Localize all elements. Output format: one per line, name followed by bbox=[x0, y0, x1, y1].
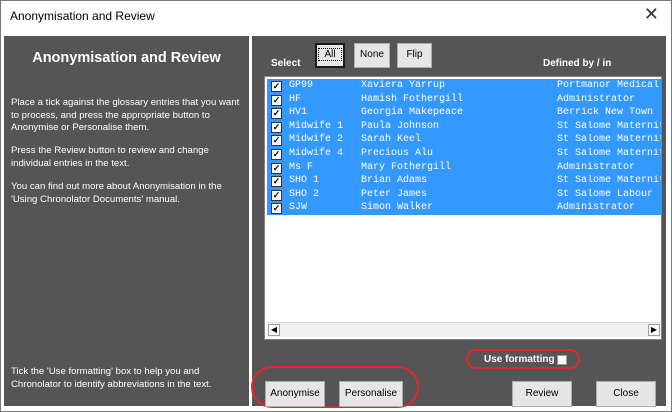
entry-abbreviation: Midwife 4 bbox=[289, 148, 344, 159]
entry-checkbox[interactable]: ✓ bbox=[271, 135, 282, 147]
list-item[interactable]: ✓ Midwife 2 Sarah Keel St Salome Maternity bbox=[267, 133, 661, 147]
close-icon[interactable]: ✕ bbox=[644, 5, 659, 23]
window-title: Anonymisation and Review bbox=[10, 9, 155, 23]
flip-selection-button[interactable]: Flip bbox=[397, 43, 432, 68]
entry-name: Xaviera Yarrup bbox=[361, 80, 446, 91]
entry-abbreviation: Midwife 1 bbox=[289, 120, 344, 132]
select-label: Select bbox=[271, 58, 301, 69]
entry-defined-by: St Salome Labour bbox=[557, 188, 654, 200]
entry-name: Hamish Fothergill bbox=[361, 93, 464, 105]
manual-text: You can find out more about Anonymisatio… bbox=[11, 181, 222, 205]
entry-checkbox[interactable]: ✓ bbox=[271, 189, 282, 201]
entry-abbreviation: GP99 bbox=[289, 80, 314, 91]
defined-by-header: Defined by / in bbox=[543, 58, 612, 69]
use-formatting-toggle[interactable]: Use formatting bbox=[466, 349, 580, 369]
use-formatting-label: Use formatting bbox=[484, 354, 555, 365]
entry-defined-by: St Salome Maternity bbox=[557, 175, 661, 187]
panel-heading: Anonymisation and Review bbox=[32, 50, 221, 66]
entry-defined-by: St Salome Maternity bbox=[557, 134, 661, 146]
list-item[interactable]: ✓ Midwife 1 Paula Johnson St Salome Materni… bbox=[267, 119, 661, 134]
title-bar: Anonymisation and Review ✕ bbox=[1, 1, 671, 30]
entry-abbreviation: Ms F bbox=[289, 161, 314, 173]
entry-name: Simon Walker bbox=[361, 202, 434, 214]
entry-name: Mary Fothergill bbox=[361, 161, 452, 173]
entry-checkbox[interactable]: ✓ bbox=[271, 162, 282, 174]
list-item[interactable]: ✓ SHO 2 Peter James St Salome Labour bbox=[267, 187, 661, 202]
close-button[interactable]: Close bbox=[596, 381, 656, 407]
entry-checkbox[interactable]: ✓ bbox=[271, 94, 282, 106]
entry-defined-by: St Salome Maternity bbox=[557, 148, 661, 159]
entry-defined-by: Administrator bbox=[557, 202, 636, 214]
entry-name: Paula Johnson bbox=[361, 120, 440, 132]
entry-checkbox[interactable]: ✓ bbox=[271, 81, 282, 92]
personalise-button[interactable]: Personalise bbox=[339, 381, 403, 407]
entry-abbreviation: SHO 1 bbox=[289, 175, 320, 187]
entry-abbreviation: Midwife 2 bbox=[289, 134, 344, 146]
list-item[interactable]: ✓ Ms F Mary Fothergill Administrator bbox=[267, 160, 661, 175]
anonymise-button[interactable]: Anonymise bbox=[265, 381, 325, 407]
use-formatting-checkbox[interactable] bbox=[557, 355, 567, 365]
instruction-text: Place a tick against the glossary entrie… bbox=[11, 97, 240, 133]
select-all-button[interactable]: All bbox=[315, 43, 345, 68]
list-item[interactable]: ✓ HF Hamish Fothergill Administrator bbox=[267, 92, 661, 107]
entry-defined-by: Berrick New Town bbox=[557, 107, 654, 119]
scroll-left-icon[interactable]: ◀ bbox=[268, 324, 280, 336]
entry-checkbox[interactable]: ✓ bbox=[271, 149, 282, 160]
entry-defined-by: Administrator bbox=[557, 93, 636, 105]
entry-checkbox[interactable]: ✓ bbox=[271, 121, 282, 133]
entry-abbreviation: HF bbox=[289, 93, 302, 105]
glossary-list[interactable]: ✓ GP99 Xaviera Yarrup Portmanor Medical ✓ HF… bbox=[264, 76, 662, 340]
entry-checkbox[interactable]: ✓ bbox=[271, 203, 282, 215]
list-item[interactable]: ✓ HV1 Georgia Makepeace Berrick New Town bbox=[267, 106, 661, 120]
entry-abbreviation: SHO 2 bbox=[289, 188, 320, 200]
entry-checkbox[interactable]: ✓ bbox=[271, 108, 282, 120]
info-panel: Anonymisation and Review Place a tick ag… bbox=[4, 36, 249, 406]
list-item[interactable]: ✓ Midwife 4 Precious Alu St Salome Maternit… bbox=[267, 147, 661, 161]
list-item[interactable]: ✓ GP99 Xaviera Yarrup Portmanor Medical bbox=[267, 79, 661, 93]
horizontal-scrollbar[interactable]: ◀ ▶ bbox=[267, 322, 661, 337]
entry-checkbox[interactable]: ✓ bbox=[271, 176, 282, 188]
list-item[interactable]: ✓ SJW Simon Walker Administrator bbox=[267, 201, 661, 215]
entry-name: Precious Alu bbox=[361, 148, 434, 159]
entry-name: Brian Adams bbox=[361, 175, 428, 187]
select-none-button[interactable]: None bbox=[354, 43, 390, 68]
entry-name: Sarah Keel bbox=[361, 134, 422, 146]
entry-name: Peter James bbox=[361, 188, 428, 200]
entry-abbreviation: SJW bbox=[289, 202, 308, 214]
review-text: Press the Review button to review and ch… bbox=[11, 145, 209, 169]
list-item[interactable]: ✓ SHO 1 Brian Adams St Salome Maternity bbox=[267, 174, 661, 188]
glossary-rows: ✓ GP99 Xaviera Yarrup Portmanor Medical ✓ HF… bbox=[267, 79, 661, 229]
scroll-right-icon[interactable]: ▶ bbox=[648, 324, 660, 336]
entry-defined-by: Administrator bbox=[557, 161, 636, 173]
select-all-label: All bbox=[318, 48, 342, 61]
formatting-hint-text: Tick the 'Use formatting' box to help yo… bbox=[11, 366, 212, 390]
entry-name: Georgia Makepeace bbox=[361, 107, 464, 119]
review-button[interactable]: Review bbox=[512, 381, 572, 407]
entry-defined-by: Portmanor Medical bbox=[557, 80, 660, 91]
entry-defined-by: St Salome Maternity bbox=[557, 120, 661, 132]
entry-abbreviation: HV1 bbox=[289, 107, 308, 119]
